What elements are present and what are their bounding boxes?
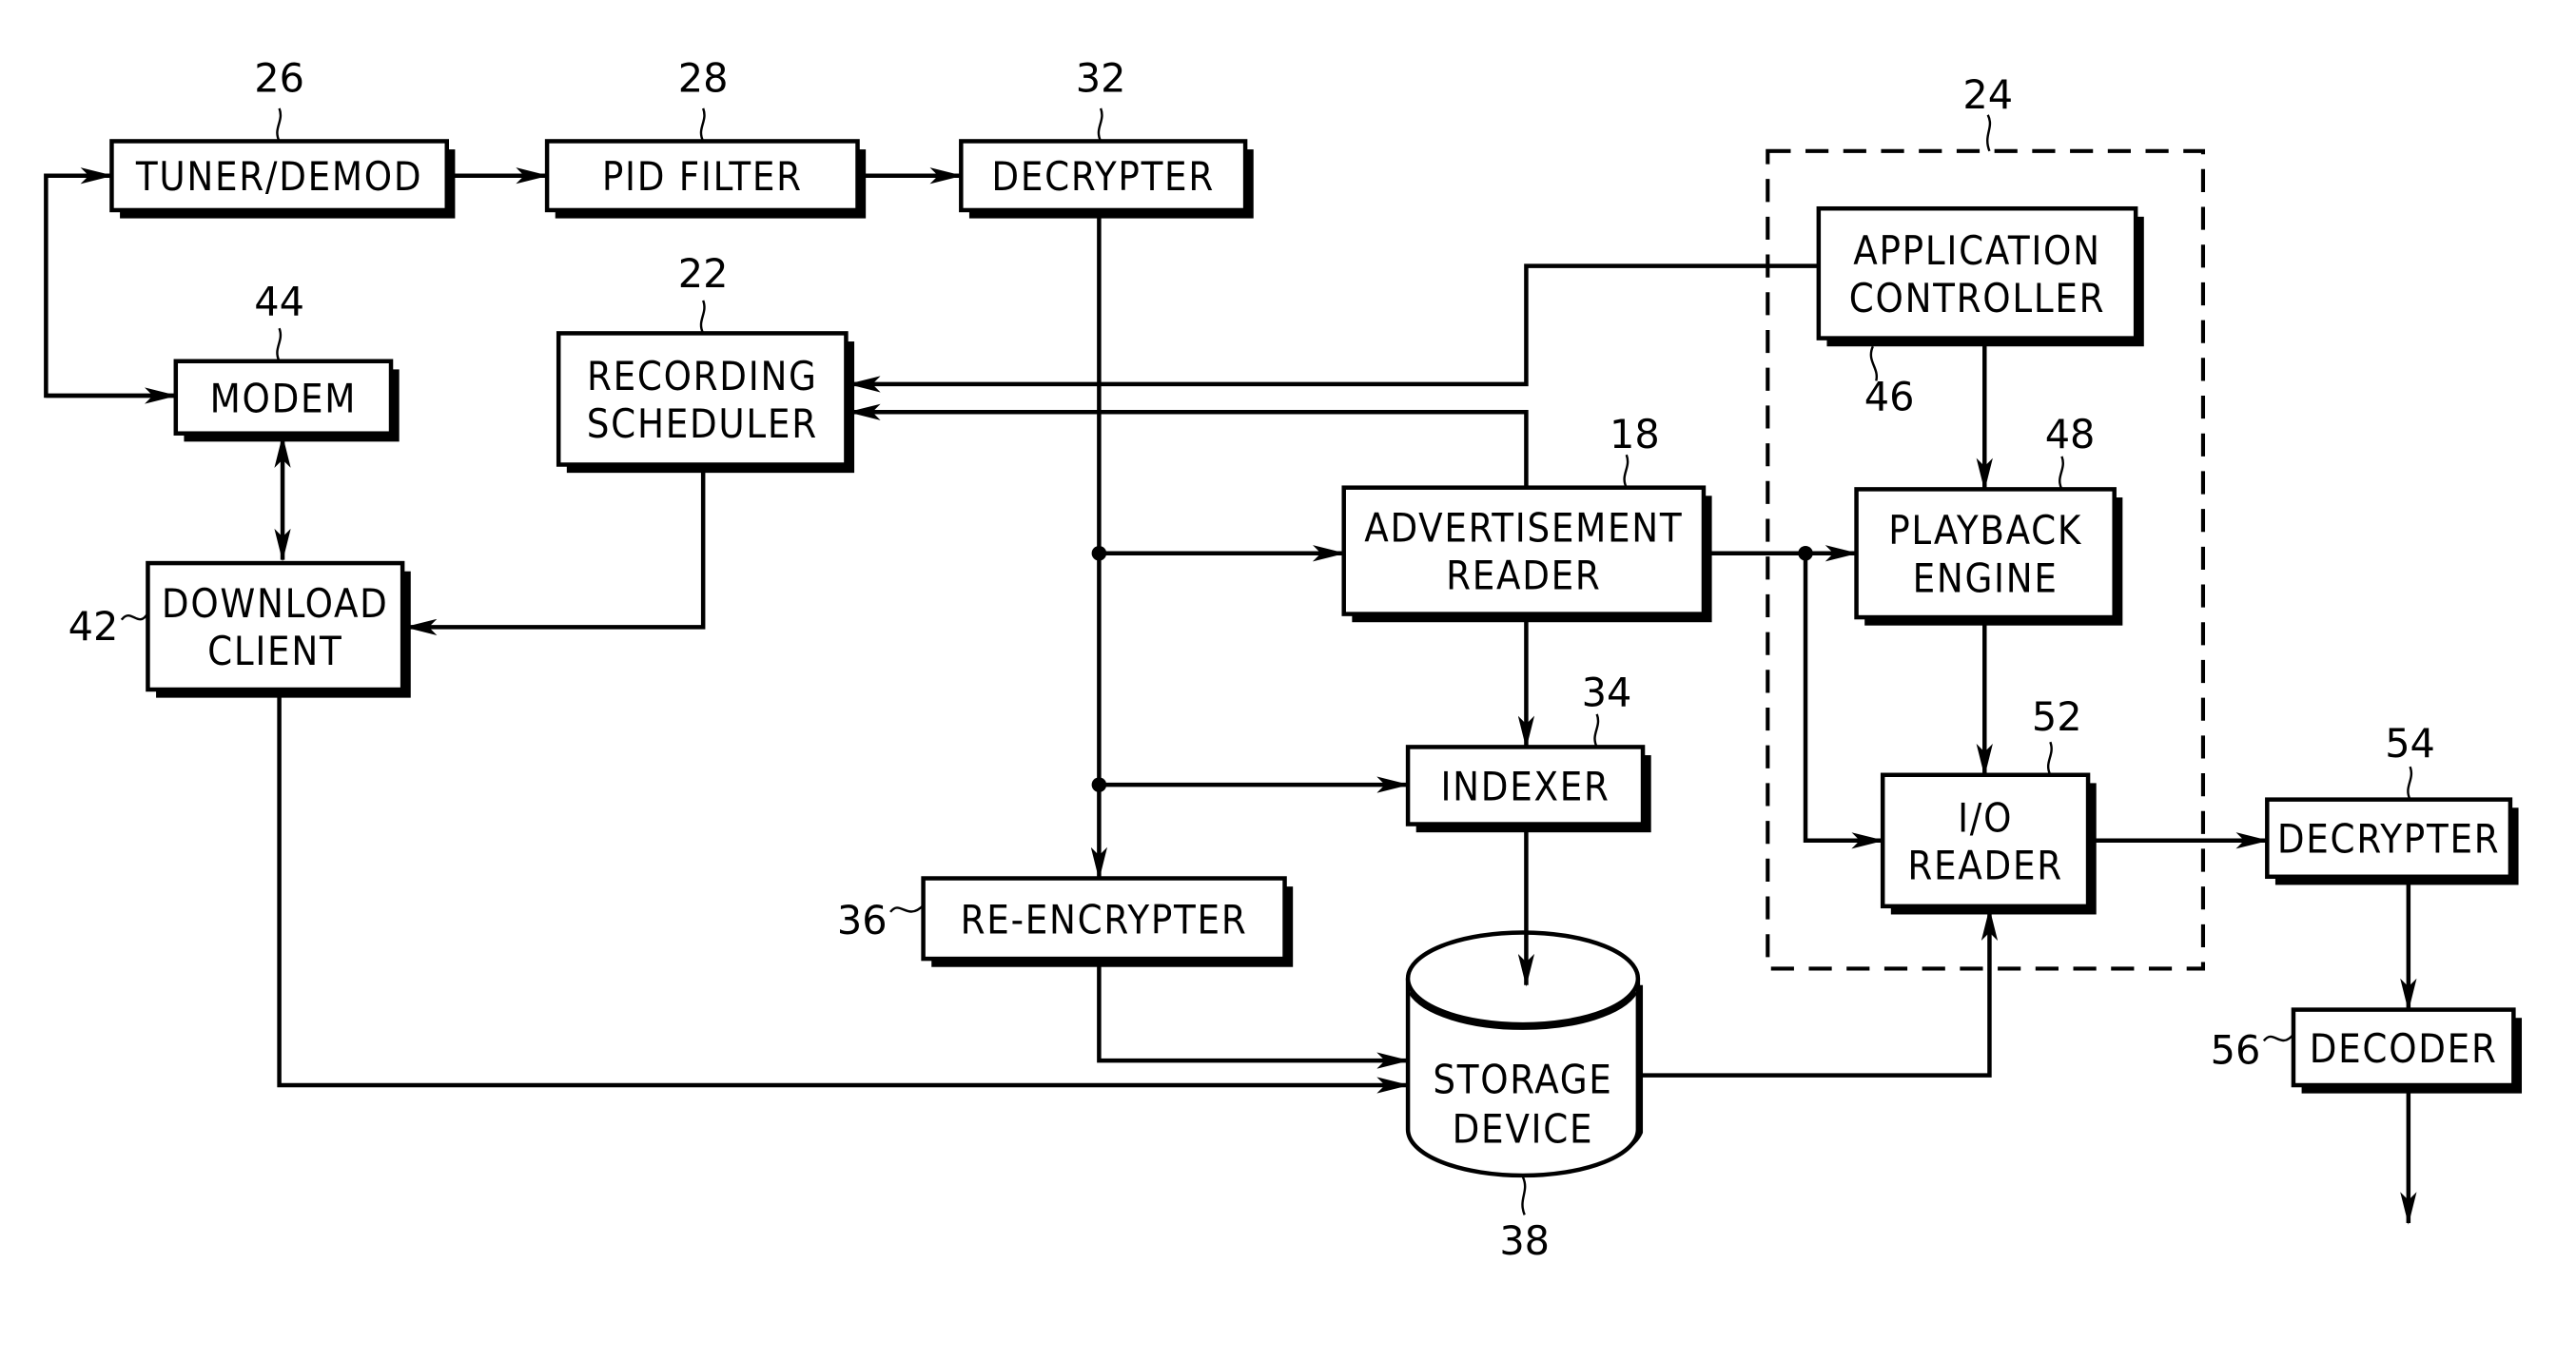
ref-number-46: 46 bbox=[1864, 375, 1915, 420]
ref-number-38: 38 bbox=[1499, 1218, 1550, 1264]
ref-leader bbox=[1593, 713, 1600, 748]
download-block[interactable]: DOWNLOADCLIENT 42 bbox=[68, 560, 411, 698]
ref-leader bbox=[1097, 107, 1103, 142]
ref-number-28: 28 bbox=[678, 56, 729, 102]
playback-block[interactable]: PLAYBACKENGINE 48 bbox=[1854, 412, 2123, 626]
block-label-line: MODEM bbox=[210, 376, 358, 421]
block-label-line: RECORDING bbox=[587, 354, 818, 399]
ref-leader bbox=[1623, 454, 1630, 489]
block-label-line: DOWNLOAD bbox=[162, 581, 389, 627]
block-label-line: READER bbox=[1446, 554, 1601, 599]
wire-appctrl-to-scheduler bbox=[848, 263, 1819, 393]
block-label-line: TUNER/DEMOD bbox=[135, 154, 422, 200]
ref-number-44: 44 bbox=[254, 279, 304, 324]
junction-dot bbox=[1798, 545, 1813, 561]
wire-storage-to-ioreader bbox=[1637, 907, 1999, 1078]
scheduler-block[interactable]: RECORDINGSCHEDULER 22 bbox=[556, 251, 855, 474]
ref-number-56: 56 bbox=[2211, 1028, 2261, 1074]
storage-device-block[interactable]: STORAGE DEVICE 38 bbox=[1405, 930, 1644, 1264]
ref-number-22: 22 bbox=[678, 251, 729, 297]
block-label-line: DECRYPTER bbox=[991, 154, 1215, 200]
ref-number-24: 24 bbox=[1962, 72, 2013, 118]
block-label-line: DECRYPTER bbox=[2277, 817, 2501, 863]
ref-number-26: 26 bbox=[254, 56, 304, 102]
block-label-line: CONTROLLER bbox=[1849, 276, 2105, 321]
ref-leader bbox=[276, 107, 283, 142]
ref-leader bbox=[2059, 456, 2064, 490]
ref-number-32: 32 bbox=[1076, 56, 1126, 102]
ref-leader bbox=[2262, 1033, 2294, 1042]
decrypter2-block[interactable]: DECRYPTER 54 bbox=[2265, 721, 2519, 885]
ref-leader bbox=[1986, 114, 1992, 152]
ref-leader bbox=[1521, 1176, 1527, 1215]
block-label-line: INDEXER bbox=[1440, 765, 1610, 810]
wire-reencrypter-to-storage bbox=[1097, 962, 1410, 1069]
ref-leader bbox=[276, 327, 283, 362]
junction-dot bbox=[1091, 777, 1107, 792]
ref-leader bbox=[699, 300, 706, 334]
block-diagram: 24 TUNER/DEMOD 26 PID FILTER 28 DECRYPTER 32 M… bbox=[44, 56, 2523, 1264]
modem-block[interactable]: MODEM 44 bbox=[173, 279, 400, 442]
wire-scheduler-to-download bbox=[403, 467, 706, 636]
junction-dot bbox=[1091, 545, 1107, 561]
block-label-line: RE-ENCRYPTER bbox=[961, 897, 1248, 943]
wire-adreader-to-scheduler bbox=[848, 403, 1529, 488]
reencrypter-block[interactable]: RE-ENCRYPTER 36 bbox=[837, 876, 1294, 967]
decoder-block[interactable]: DECODER 56 bbox=[2211, 1007, 2523, 1094]
ref-leader bbox=[889, 904, 925, 913]
block-label-line: ENGINE bbox=[1913, 555, 2059, 601]
block-label-line: DECODER bbox=[2310, 1026, 2498, 1072]
block-label-line: READER bbox=[1907, 843, 2062, 888]
ioreader-block[interactable]: I/OREADER 52 bbox=[1880, 694, 2097, 915]
block-label-line: PID FILTER bbox=[602, 154, 803, 200]
decrypter1-block[interactable]: DECRYPTER 32 bbox=[959, 56, 1254, 219]
indexer-block[interactable]: INDEXER 34 bbox=[1405, 670, 1651, 833]
ref-number-48: 48 bbox=[2045, 412, 2096, 457]
block-label-line: SCHEDULER bbox=[587, 401, 818, 447]
ref-number-54: 54 bbox=[2385, 721, 2435, 767]
tuner-block[interactable]: TUNER/DEMOD 26 bbox=[109, 56, 456, 219]
ref-number-42: 42 bbox=[68, 604, 119, 650]
ref-number-52: 52 bbox=[2032, 694, 2082, 740]
ref-leader bbox=[120, 612, 149, 621]
block-label-line: CLIENT bbox=[207, 629, 342, 674]
ref-number-34: 34 bbox=[1582, 670, 1632, 715]
ref-number-18: 18 bbox=[1610, 412, 1660, 457]
block-label-line: APPLICATION bbox=[1853, 228, 2100, 274]
ref-leader bbox=[699, 107, 706, 142]
appctrl-block[interactable]: APPLICATIONCONTROLLER 46 bbox=[1816, 205, 2144, 420]
ref-leader bbox=[2407, 766, 2412, 801]
ref-number-36: 36 bbox=[837, 898, 888, 943]
blocks: TUNER/DEMOD 26 PID FILTER 28 DECRYPTER 32 MODE… bbox=[68, 56, 2523, 1094]
block-label-line: PLAYBACK bbox=[1888, 508, 2082, 554]
pid-block[interactable]: PID FILTER 28 bbox=[544, 56, 867, 219]
block-label-line: DEVICE bbox=[1453, 1106, 1594, 1152]
ref-leader bbox=[2046, 741, 2053, 776]
block-label-line: STORAGE bbox=[1433, 1058, 1612, 1103]
block-label-line: ADVERTISEMENT bbox=[1364, 506, 1683, 552]
block-label-line: I/O bbox=[1958, 795, 2013, 841]
